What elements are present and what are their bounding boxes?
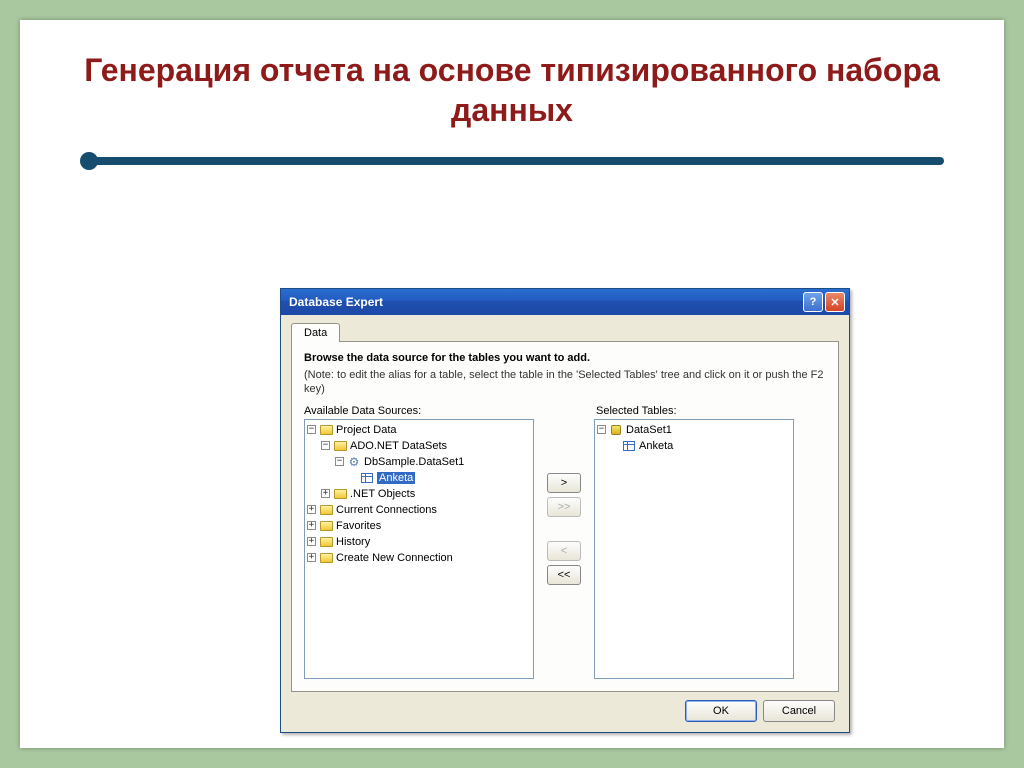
transfer-buttons: > >> < << <box>534 419 594 679</box>
tree-node-create-new-connection[interactable]: + Create New Connection <box>307 550 531 566</box>
tree-label: .NET Objects <box>350 488 415 500</box>
tree-node-history[interactable]: + History <box>307 534 531 550</box>
folder-icon <box>320 425 333 435</box>
tab-strip: Data <box>291 323 839 342</box>
folder-icon <box>334 489 347 499</box>
tree-label: History <box>336 536 370 548</box>
dialog-body: Data Browse the data source for the tabl… <box>281 315 849 732</box>
tree-label: Favorites <box>336 520 381 532</box>
tree-label: DbSample.DataSet1 <box>364 456 464 468</box>
remove-button[interactable]: < <box>547 541 581 561</box>
remove-all-button[interactable]: << <box>547 565 581 585</box>
table-icon <box>361 473 373 483</box>
ok-button[interactable]: OK <box>685 700 757 722</box>
available-data-sources-tree[interactable]: − Project Data − ADO.NET DataSets − ⚙ <box>304 419 534 679</box>
tree-node-anketa[interactable]: Anketa <box>307 470 531 486</box>
cancel-button[interactable]: Cancel <box>763 700 835 722</box>
dataset-icon: ⚙ <box>347 456 361 468</box>
collapse-icon[interactable]: − <box>321 441 330 450</box>
tree-node-dbsample-dataset1[interactable]: − ⚙ DbSample.DataSet1 <box>307 454 531 470</box>
add-button[interactable]: > <box>547 473 581 493</box>
tree-node-selected-anketa[interactable]: Anketa <box>597 438 791 454</box>
tree-node-favorites[interactable]: + Favorites <box>307 518 531 534</box>
available-label: Available Data Sources: <box>304 405 536 417</box>
tree-node-project-data[interactable]: − Project Data <box>307 422 531 438</box>
folder-icon <box>320 505 333 515</box>
selected-label: Selected Tables: <box>596 405 677 417</box>
collapse-icon[interactable]: − <box>307 425 316 434</box>
expand-icon[interactable]: + <box>321 489 330 498</box>
expand-icon[interactable]: + <box>307 521 316 530</box>
tree-node-ado-net-datasets[interactable]: − ADO.NET DataSets <box>307 438 531 454</box>
tab-data[interactable]: Data <box>291 323 340 342</box>
instructions-note: (Note: to edit the alias for a table, se… <box>304 368 826 397</box>
close-button[interactable]: ✕ <box>825 292 845 312</box>
tree-node-dataset1[interactable]: − DataSet1 <box>597 422 791 438</box>
folder-icon <box>320 537 333 547</box>
database-icon <box>611 425 621 435</box>
expand-icon[interactable]: + <box>307 537 316 546</box>
dialog-buttons: OK Cancel <box>291 692 839 722</box>
tree-label: DataSet1 <box>626 424 672 436</box>
column-labels: Available Data Sources: Selected Tables: <box>304 405 826 417</box>
dialog-title: Database Expert <box>289 295 383 309</box>
tree-label: ADO.NET DataSets <box>350 440 447 452</box>
folder-icon <box>334 441 347 451</box>
dialog-titlebar[interactable]: Database Expert ? ✕ <box>281 289 849 315</box>
tree-label: Create New Connection <box>336 552 453 564</box>
database-expert-dialog: Database Expert ? ✕ Data Browse the data… <box>280 288 850 733</box>
divider <box>89 157 944 165</box>
expand-icon[interactable]: + <box>307 553 316 562</box>
tree-label: Anketa <box>639 440 673 452</box>
tree-label: Project Data <box>336 424 397 436</box>
collapse-icon[interactable]: − <box>597 425 606 434</box>
folder-icon <box>320 553 333 563</box>
table-icon <box>623 441 635 451</box>
slide: Генерация отчета на основе типизированно… <box>20 20 1004 748</box>
folder-icon <box>320 521 333 531</box>
help-button[interactable]: ? <box>803 292 823 312</box>
title-underline <box>80 152 944 170</box>
add-all-button[interactable]: >> <box>547 497 581 517</box>
tree-label-selected: Anketa <box>377 472 415 484</box>
tab-panel: Browse the data source for the tables yo… <box>291 341 839 692</box>
tree-node-current-connections[interactable]: + Current Connections <box>307 502 531 518</box>
tree-node-net-objects[interactable]: + .NET Objects <box>307 486 531 502</box>
selected-tables-tree[interactable]: − DataSet1 Anketa <box>594 419 794 679</box>
expand-icon[interactable]: + <box>307 505 316 514</box>
instructions-heading: Browse the data source for the tables yo… <box>304 352 826 364</box>
tree-label: Current Connections <box>336 504 437 516</box>
collapse-icon[interactable]: − <box>335 457 344 466</box>
slide-title: Генерация отчета на основе типизированно… <box>20 20 1004 140</box>
